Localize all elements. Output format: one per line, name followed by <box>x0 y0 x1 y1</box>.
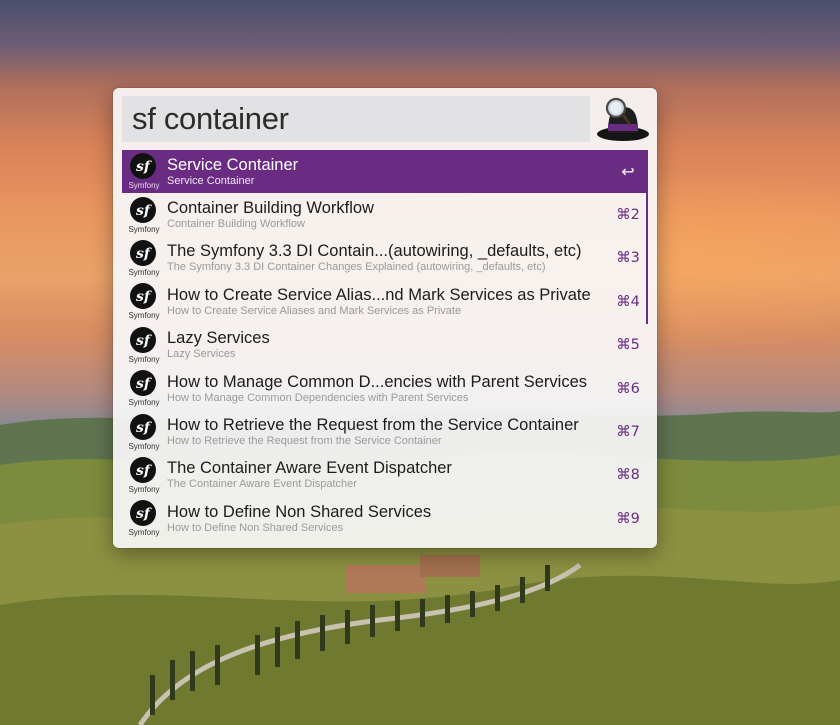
symfony-icon: sf Symfony <box>122 280 162 323</box>
symfony-icon: sf Symfony <box>122 411 162 454</box>
result-shortcut: ⌘5 <box>616 337 640 354</box>
symfony-icon: sf Symfony <box>122 454 162 497</box>
result-subtitle: Container Building Workflow <box>167 218 305 231</box>
result-subtitle: How to Define Non Shared Services <box>167 521 344 534</box>
result-subtitle: How to Manage Common Dependencies with P… <box>167 391 469 404</box>
symfony-icon: sf Symfony <box>122 237 162 280</box>
result-shortcut: ⌘4 <box>616 293 640 310</box>
result-subtitle: The Symfony 3.3 DI Container Changes Exp… <box>167 261 546 274</box>
svg-text:sf: sf <box>136 159 153 175</box>
svg-text:sf: sf <box>136 506 153 522</box>
result-row[interactable]: sf Symfony How to Define Non Shared Serv… <box>122 497 648 540</box>
result-shortcut: ⌘6 <box>616 380 640 397</box>
result-title: Lazy Services <box>167 329 270 348</box>
result-subtitle: The Container Aware Event Dispatcher <box>167 478 357 491</box>
return-icon: ↩ <box>621 162 635 182</box>
symfony-icon: sf Symfony <box>122 324 162 367</box>
result-title: How to Create Service Alias...nd Mark Se… <box>167 285 591 304</box>
result-title: The Symfony 3.3 DI Contain...(autowiring… <box>167 242 582 261</box>
result-row[interactable]: sf Symfony How to Create Service Alias..… <box>122 280 648 323</box>
result-title: The Container Aware Event Dispatcher <box>167 459 452 478</box>
result-row[interactable]: sf Symfony The Symfony 3.3 DI Contain...… <box>122 237 648 280</box>
result-title: Service Container <box>167 155 299 174</box>
results-scrollbar[interactable] <box>646 150 648 324</box>
result-row[interactable]: sf Symfony The Container Aware Event Dis… <box>122 454 648 497</box>
result-shortcut: ⌘9 <box>616 510 640 527</box>
svg-text:sf: sf <box>136 333 153 349</box>
result-subtitle: How to Create Service Aliases and Mark S… <box>167 304 462 317</box>
result-shortcut: ⌘7 <box>616 424 640 441</box>
result-shortcut: ⌘8 <box>616 467 640 484</box>
result-title: How to Define Non Shared Services <box>167 502 432 521</box>
result-subtitle: Lazy Services <box>167 348 236 361</box>
symfony-icon: sf Symfony <box>122 194 162 237</box>
result-subtitle: Service Container <box>167 174 255 187</box>
svg-text:sf: sf <box>136 376 153 392</box>
symfony-icon: sf Symfony <box>122 367 162 410</box>
result-row[interactable]: sf Symfony Lazy Services Lazy Services ⌘… <box>122 324 648 367</box>
result-title: Container Building Workflow <box>167 199 374 218</box>
results-list: sf Symfony Service Container Service Con… <box>122 150 648 541</box>
symfony-icon: sf Symfony <box>122 150 162 193</box>
svg-text:sf: sf <box>136 289 153 305</box>
search-query[interactable]: sf container <box>132 101 289 137</box>
svg-text:sf: sf <box>136 203 153 219</box>
svg-text:sf: sf <box>136 463 153 479</box>
result-row[interactable]: sf Symfony Service Container Service Con… <box>122 150 648 194</box>
alfred-hat-icon <box>595 94 651 144</box>
result-subtitle: How to Retrieve the Request from the Ser… <box>167 435 442 448</box>
symfony-icon: sf Symfony <box>122 497 162 540</box>
svg-text:sf: sf <box>136 246 153 262</box>
result-title: How to Manage Common D...encies with Par… <box>167 372 588 391</box>
result-shortcut: ⌘2 <box>616 207 640 224</box>
result-row[interactable]: sf Symfony Container Building Workflow C… <box>122 193 648 236</box>
result-title: How to Retrieve the Request from the Ser… <box>167 416 579 435</box>
svg-text:sf: sf <box>136 420 153 436</box>
result-row[interactable]: sf Symfony How to Manage Common D...enci… <box>122 367 648 410</box>
result-row[interactable]: sf Symfony How to Retrieve the Request f… <box>122 410 648 453</box>
search-input[interactable]: sf container <box>122 96 590 142</box>
result-shortcut: ⌘3 <box>616 250 640 267</box>
launcher-window: sf container sf Symfony Service Containe… <box>113 88 657 548</box>
